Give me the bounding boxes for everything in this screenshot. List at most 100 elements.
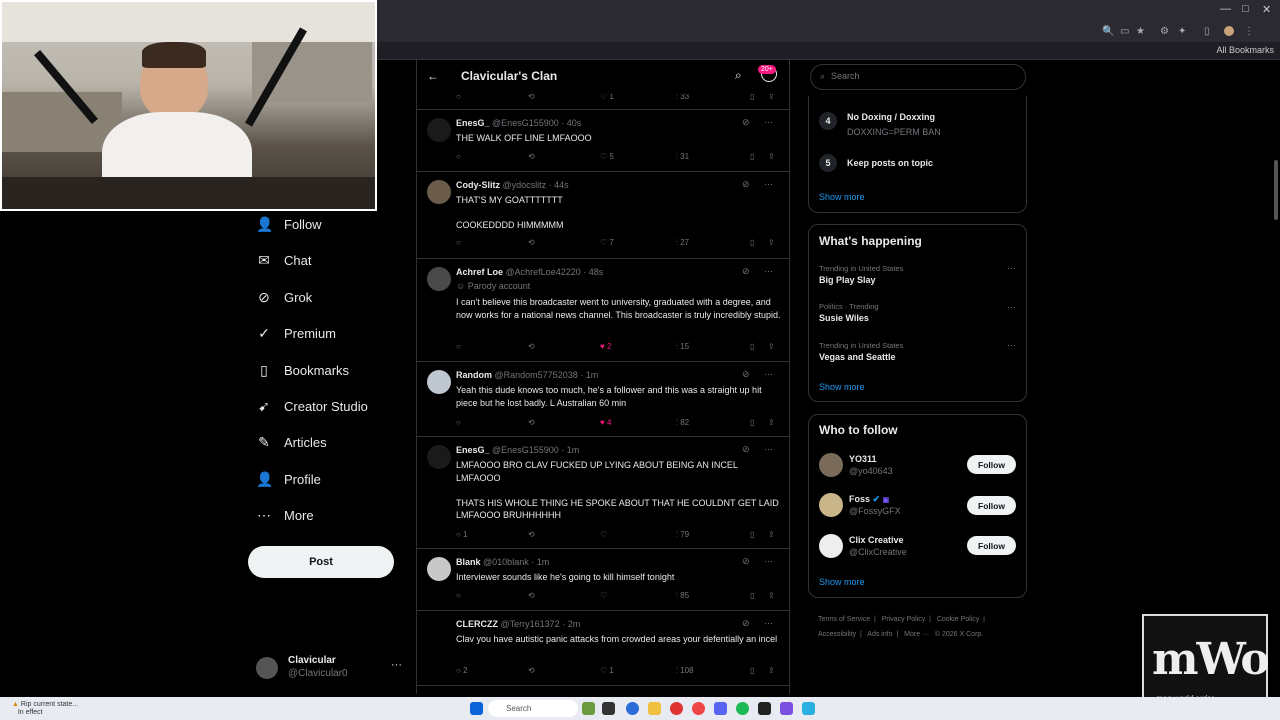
- post-button[interactable]: Post: [248, 546, 394, 578]
- edge-icon[interactable]: [626, 702, 639, 715]
- user-name[interactable]: Foss ✔ ▣: [849, 494, 889, 505]
- repost-icon[interactable]: ⟲: [528, 152, 535, 161]
- nav-follow[interactable]: 👤 Follow: [256, 216, 322, 232]
- grok-more-icon[interactable]: ⊘ ⋯: [742, 618, 779, 629]
- bookmark-icon[interactable]: ▯: [750, 152, 754, 161]
- share-icon[interactable]: ⇪: [768, 418, 775, 427]
- avatar[interactable]: [819, 453, 843, 477]
- reply-icon[interactable]: ○: [456, 418, 461, 427]
- like-button[interactable]: ♡: [600, 530, 607, 539]
- tweet[interactable]: CLERCZZ @Terry161372 · 2m ⊘ ⋯ Clav you h…: [417, 611, 789, 686]
- search-bar[interactable]: ⌕: [810, 64, 1026, 90]
- repost-icon[interactable]: ⟲: [528, 530, 535, 539]
- task-view-icon[interactable]: [602, 702, 615, 715]
- share-icon[interactable]: ⇪: [768, 666, 775, 675]
- share-icon[interactable]: ⇪: [768, 238, 775, 247]
- reply-icon[interactable]: ○: [456, 591, 461, 600]
- trend-item[interactable]: Vegas and Seattle: [819, 352, 896, 362]
- profile-avatar-icon[interactable]: [1224, 26, 1234, 36]
- widget-icon[interactable]: [582, 702, 595, 715]
- footer-more-link[interactable]: More ···: [904, 631, 929, 638]
- account-switcher[interactable]: Clavicular @Clavicular0 ···: [256, 655, 406, 683]
- show-more-link[interactable]: Show more: [819, 192, 865, 202]
- sidepanel-icon[interactable]: ▯: [1204, 26, 1210, 37]
- more-icon[interactable]: ···: [391, 659, 402, 671]
- share-icon[interactable]: ⇪: [768, 342, 775, 351]
- reply-icon[interactable]: ○: [456, 238, 461, 247]
- follow-button[interactable]: Follow: [967, 455, 1016, 474]
- more-icon[interactable]: ⋯: [1007, 263, 1016, 274]
- maximize-button[interactable]: □: [1242, 3, 1249, 15]
- cast-icon[interactable]: ▭: [1120, 26, 1129, 37]
- tweet[interactable]: Blank @010blank · 1m ⊘ ⋯ Interviewer sou…: [417, 549, 789, 611]
- nav-more[interactable]: ⋯ More: [256, 507, 314, 523]
- views-count[interactable]: ⫶ 85: [676, 591, 689, 601]
- taskbar-notification[interactable]: ▲ Rip current state... In effect: [12, 701, 78, 717]
- app3-icon[interactable]: [802, 702, 815, 715]
- like-button[interactable]: ♥ 2: [600, 342, 611, 351]
- views-count[interactable]: ⫶ 15: [676, 342, 689, 352]
- like-button[interactable]: ♡ 5: [600, 152, 614, 161]
- app2-icon[interactable]: [780, 702, 793, 715]
- bookmark-icon[interactable]: ▯: [750, 238, 754, 247]
- trend-item[interactable]: Susie Wiles: [819, 313, 869, 323]
- avatar[interactable]: [427, 445, 451, 469]
- share-icon[interactable]: ⇪: [768, 591, 775, 600]
- cookie-link[interactable]: Cookie Policy: [937, 616, 979, 623]
- bookmark-icon[interactable]: ▯: [750, 342, 754, 351]
- bookmark-icon[interactable]: ▯: [750, 418, 754, 427]
- avatar[interactable]: [819, 493, 843, 517]
- grok-more-icon[interactable]: ⊘ ⋯: [742, 444, 779, 455]
- zoom-icon[interactable]: 🔍: [1102, 26, 1114, 37]
- avatar[interactable]: [427, 180, 451, 204]
- back-arrow-icon[interactable]: ←: [427, 69, 439, 83]
- user-name[interactable]: YO311: [849, 454, 877, 464]
- views-count[interactable]: ⫶ 82: [676, 418, 689, 428]
- terminal-icon[interactable]: [758, 702, 771, 715]
- reply-icon[interactable]: ○: [456, 152, 461, 161]
- like-button[interactable]: ♡ 1: [600, 666, 614, 675]
- app-icon[interactable]: [670, 702, 683, 715]
- bookmark-icon[interactable]: ▯: [750, 530, 754, 539]
- grok-more-icon[interactable]: ⊘ ⋯: [742, 117, 779, 128]
- grok-more-icon[interactable]: ⊘ ⋯: [742, 266, 779, 277]
- avatar[interactable]: [427, 619, 451, 643]
- taskbar-search[interactable]: Search: [488, 700, 578, 717]
- repost-icon[interactable]: ⟲: [528, 238, 535, 247]
- puzzle-icon[interactable]: ✦: [1178, 26, 1186, 37]
- avatar[interactable]: [819, 534, 843, 558]
- avatar[interactable]: [427, 118, 451, 142]
- bookmark-icon[interactable]: ▯: [750, 666, 754, 675]
- like-button[interactable]: ♡ 7: [600, 238, 614, 247]
- star-icon[interactable]: ★: [1136, 26, 1145, 37]
- share-icon[interactable]: ⇪: [768, 530, 775, 539]
- nav-chat[interactable]: ✉ Chat: [256, 252, 311, 268]
- avatar[interactable]: [427, 557, 451, 581]
- grok-more-icon[interactable]: ⊘ ⋯: [742, 179, 779, 190]
- like-button[interactable]: ♡: [600, 591, 607, 600]
- grok-more-icon[interactable]: ⊘ ⋯: [742, 556, 779, 567]
- user-name[interactable]: Clix Creative: [849, 535, 904, 545]
- search-icon[interactable]: ⌕: [735, 68, 742, 83]
- nav-creator-studio[interactable]: ➹ Creator Studio: [256, 398, 368, 414]
- like-button[interactable]: ♥ 4: [600, 418, 611, 427]
- share-icon[interactable]: ⇪: [768, 152, 775, 161]
- tweet[interactable]: EnesG_ @EnesG155900 · 1m ⊘ ⋯ LMFAOOO BRO…: [417, 437, 789, 549]
- tweet[interactable]: Random @Random57752038 · 1m ⊘ ⋯ Yeah thi…: [417, 362, 789, 437]
- trend-item[interactable]: Big Play Slay: [819, 275, 876, 285]
- nav-articles[interactable]: ✎ Articles: [256, 434, 327, 450]
- reply-icon[interactable]: ○ 2: [456, 666, 468, 675]
- follow-button[interactable]: Follow: [967, 536, 1016, 555]
- avatar[interactable]: [427, 370, 451, 394]
- accessibility-link[interactable]: Accessibility: [818, 631, 856, 638]
- nav-grok[interactable]: ⊘ Grok: [256, 289, 312, 305]
- repost-icon[interactable]: ⟲: [528, 418, 535, 427]
- views-count[interactable]: ⫶ 79: [676, 530, 689, 540]
- tweet[interactable]: EnesG_ @EnesG155900 · 40s ⊘ ⋯ THE WALK O…: [417, 110, 789, 172]
- repost-icon[interactable]: ⟲: [528, 342, 535, 351]
- tweet[interactable]: Cody-Slitz @ydocslitz · 44s ⊘ ⋯ THAT'S M…: [417, 172, 789, 259]
- views-count[interactable]: ⫶ 27: [676, 238, 689, 248]
- ads-info-link[interactable]: Ads info: [867, 631, 892, 638]
- views-count[interactable]: ⫶ 108: [676, 666, 694, 676]
- folder-icon[interactable]: [648, 702, 661, 715]
